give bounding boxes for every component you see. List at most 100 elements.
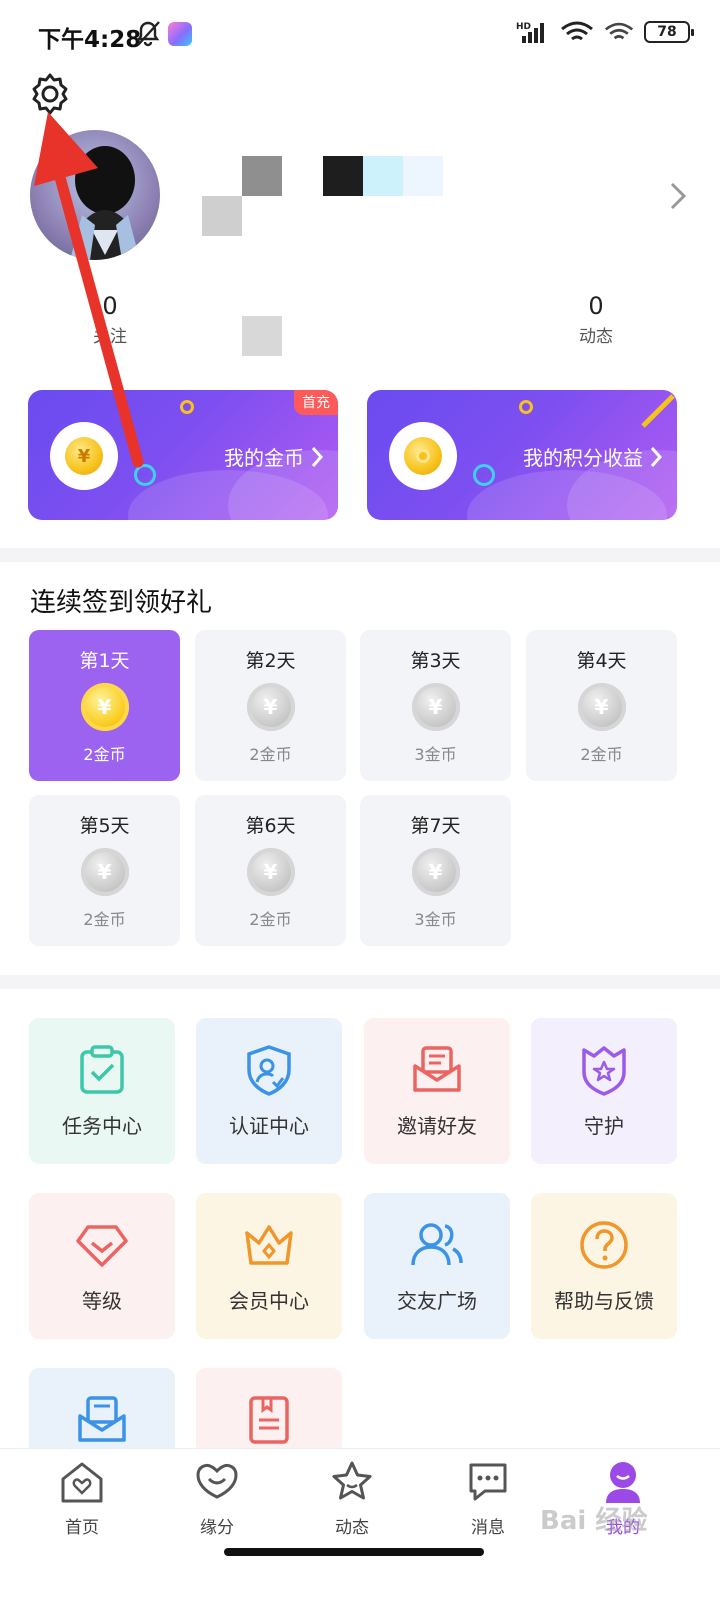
decor-ring [519,400,533,414]
friends-users-icon [411,1223,463,1266]
first-recharge-badge: 首充 [294,390,338,415]
day-reward: 2金币 [249,745,292,764]
username-censored [202,196,242,236]
silver-coin-icon: ¥ [411,848,460,896]
my-points-label: 我的积分收益 [523,446,643,470]
gear-icon[interactable] [28,72,72,116]
fate-heart-chat-icon [196,1463,238,1499]
signin-day-card[interactable]: 第3天 ¥ 3金币 [360,630,511,781]
signin-day-card[interactable]: 第1天 ¥ 2金币 [29,630,180,781]
stat-moments[interactable]: 0 动态 [546,292,646,347]
app-notification-icon [168,22,192,46]
feature-label: 守护 [584,1114,624,1138]
my-coins-label: 我的金币 [224,446,304,470]
avatar-illustration [70,146,140,260]
chevron-right-icon[interactable] [666,178,690,214]
signin-day-card[interactable]: 第2天 ¥ 2金币 [195,630,346,781]
day-reward: 2金币 [580,745,623,764]
silver-coin-icon: ¥ [80,848,129,896]
vip-center-button[interactable]: 会员中心 [196,1193,342,1339]
stat-following-label: 关注 [93,327,127,347]
stat-censored [242,316,282,356]
nav-label: 动态 [335,1518,369,1538]
silver-coin-icon: ¥ [411,683,460,731]
signin-day-card[interactable]: 第5天 ¥ 2金币 [29,795,180,946]
day-label: 第7天 [410,815,461,837]
nav-label: 消息 [471,1518,505,1538]
verified-shield-icon [247,1045,291,1096]
task-clipboard-icon [80,1045,124,1094]
signal-icon: HD [516,22,544,43]
guard-button[interactable]: 守护 [531,1018,677,1164]
help-question-icon [580,1221,628,1269]
day-reward: 3金币 [414,910,457,929]
nav-moments[interactable]: 动态 [302,1459,402,1538]
section-divider [0,975,720,989]
feature-label: 会员中心 [229,1289,309,1313]
feature-label: 帮助与反馈 [554,1289,654,1313]
level-button[interactable]: 等级 [29,1193,175,1339]
nav-fate[interactable]: 缘分 [167,1459,267,1538]
nav-messages[interactable]: 消息 [438,1459,538,1538]
decor-ring [180,400,194,414]
wifi-icon [561,21,593,41]
decor-ring [473,464,495,486]
bell-muted-icon [136,21,160,47]
wifi-icon-secondary [604,22,634,40]
status-indicators: HD 78 [516,20,694,44]
level-diamond-icon [76,1225,128,1267]
signin-day-card[interactable]: 第7天 ¥ 3金币 [360,795,511,946]
points-coin-icon [404,437,442,475]
section-divider [0,548,720,562]
document-icon [249,1396,289,1444]
feature-label: 任务中心 [62,1114,142,1138]
silver-coin-icon: ¥ [577,683,626,731]
day-reward: 3金币 [414,745,457,764]
chevron-right-icon [311,447,324,467]
task-center-button[interactable]: 任务中心 [29,1018,175,1164]
stat-moments-count: 0 [588,292,604,320]
invite-envelope-icon [413,1046,461,1092]
friends-square-button[interactable]: 交友广场 [364,1193,510,1339]
status-bar: 下午4:28 HD 78 [0,0,720,66]
chevron-right-icon [650,447,663,467]
help-feedback-button[interactable]: 帮助与反馈 [531,1193,677,1339]
day-label: 第5天 [79,815,130,837]
signin-day-card[interactable]: 第4天 ¥ 2金币 [526,630,677,781]
username-censored [242,156,282,196]
feature-label: 认证中心 [229,1114,309,1138]
signin-title: 连续签到领好礼 [30,588,213,618]
decor-ring [134,464,156,486]
feature-label: 交友广场 [397,1289,477,1313]
profile-me-icon [606,1462,640,1503]
signin-day-card[interactable]: 第6天 ¥ 2金币 [195,795,346,946]
message-bubble-icon [469,1463,507,1501]
watermark: Bai 经验 [540,1506,648,1536]
avatar[interactable] [30,130,160,260]
username-censored [403,156,443,196]
mail-icon [78,1396,126,1442]
nav-label: 首页 [65,1518,99,1538]
stat-moments-label: 动态 [579,327,613,347]
stat-following[interactable]: 0 关注 [60,292,160,347]
day-label: 第1天 [79,650,130,672]
invite-friends-button[interactable]: 邀请好友 [364,1018,510,1164]
decor-stripe [641,394,675,428]
day-reward: 2金币 [83,745,126,764]
silver-coin-icon: ¥ [246,683,295,731]
gold-coin-icon: ¥ [65,437,103,475]
my-coins-card[interactable]: 首充 ¥ 我的金币 [28,390,338,520]
day-label: 第6天 [245,815,296,837]
nav-home[interactable]: 首页 [32,1459,132,1538]
guard-star-shield-icon [582,1046,626,1096]
feature-label: 等级 [82,1289,122,1313]
gold-coin-icon: ¥ [80,683,129,731]
username-censored [323,156,363,196]
day-reward: 2金币 [83,910,126,929]
my-points-card[interactable]: 我的积分收益 [367,390,677,520]
verify-center-button[interactable]: 认证中心 [196,1018,342,1164]
feature-label: 邀请好友 [397,1114,477,1138]
status-time: 下午4:28 [38,27,142,53]
stat-following-count: 0 [102,292,118,320]
vip-crown-icon [245,1225,293,1265]
